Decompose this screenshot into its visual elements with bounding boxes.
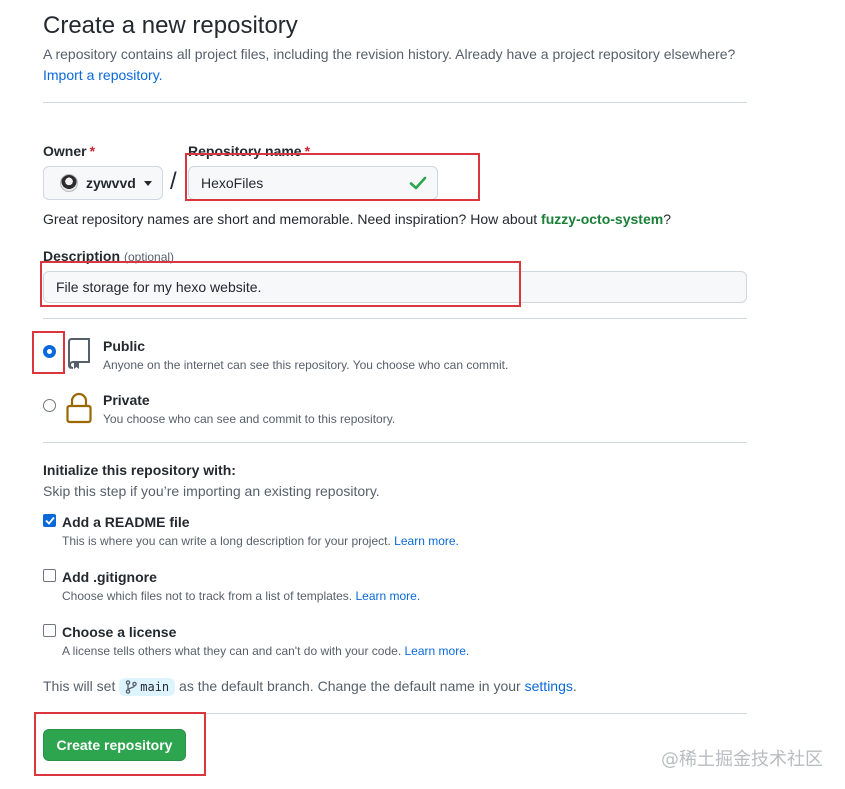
private-description: You choose who can see and commit to thi… [103,412,396,426]
owner-label: Owner * [43,143,96,159]
divider [43,318,747,319]
watermark: @稀土掘金技术社区 [661,749,823,770]
gitignore-checkbox[interactable] [43,569,56,582]
git-branch-icon [125,680,138,695]
highlight-box-repo-name [185,153,480,201]
checkmark-icon [44,516,55,525]
license-checkbox[interactable] [43,624,56,637]
repo-book-icon [68,338,90,369]
lock-icon [66,392,92,424]
license-description: A license tells others what they can and… [62,644,470,658]
caret-down-icon [143,180,152,186]
divider [43,442,747,443]
default-branch-info: This will set main as the default branch… [43,678,577,697]
init-subheading: Skip this step if you’re importing an ex… [43,483,380,499]
branch-name: main [140,680,170,695]
import-repository-link[interactable]: Import a repository. [43,67,163,83]
owner-dropdown[interactable]: zywvvd [43,166,163,200]
settings-link[interactable]: settings [525,678,573,694]
page-subtitle: A repository contains all project files,… [43,46,736,62]
highlight-box-create-button [34,712,206,776]
name-hint: Great repository names are short and mem… [43,211,671,227]
page-title: Create a new repository [43,12,298,39]
private-title: Private [103,392,150,408]
highlight-box-description [40,261,521,307]
license-title: Choose a license [62,624,177,640]
readme-description: This is where you can write a long descr… [62,534,459,548]
highlight-box-public-radio [32,331,65,374]
divider [43,102,747,103]
gitignore-description: Choose which files not to track from a l… [62,589,421,603]
suggestion-link[interactable]: fuzzy-octo-system [541,211,663,227]
gitignore-learn-more-link[interactable]: Learn more. [355,589,420,603]
owner-name: zywvvd [86,175,136,191]
readme-learn-more-link[interactable]: Learn more. [394,534,459,548]
public-description: Anyone on the internet can see this repo… [103,358,509,372]
init-heading: Initialize this repository with: [43,462,236,478]
readme-title: Add a README file [62,514,190,530]
owner-repo-separator: / [170,168,177,195]
gitignore-title: Add .gitignore [62,569,157,585]
readme-checkbox[interactable] [43,514,56,527]
license-learn-more-link[interactable]: Learn more. [405,644,470,658]
branch-pill: main [119,678,176,697]
public-title: Public [103,338,146,354]
avatar [60,174,78,192]
private-radio[interactable] [43,399,56,412]
